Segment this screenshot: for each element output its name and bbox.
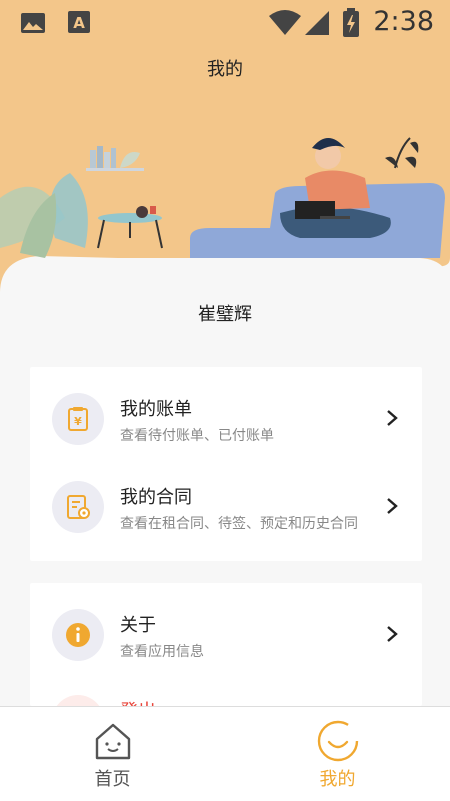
tab-mine[interactable]: 我的 bbox=[225, 707, 450, 801]
tab-home[interactable]: 首页 bbox=[0, 707, 225, 801]
home-icon bbox=[95, 723, 131, 760]
text-a-icon: A bbox=[68, 11, 90, 33]
banner-illustration bbox=[0, 98, 450, 293]
battery-charging-icon bbox=[343, 8, 359, 37]
contract-icon bbox=[52, 481, 104, 533]
tab-mine-label: 我的 bbox=[319, 769, 356, 790]
wifi-icon bbox=[269, 10, 301, 35]
header: 我的 bbox=[0, 46, 450, 99]
cellular-icon bbox=[305, 11, 329, 35]
menu-item-logout[interactable]: 登出 bbox=[30, 683, 422, 706]
menu-item-title: 我的账单 bbox=[120, 399, 192, 420]
menu-item-subtitle: 查看应用信息 bbox=[120, 644, 204, 660]
info-icon bbox=[52, 609, 104, 661]
chevron-right-icon bbox=[387, 498, 398, 514]
menu-item-title: 我的合同 bbox=[120, 487, 192, 508]
chevron-right-icon bbox=[387, 626, 398, 642]
chevron-right-icon bbox=[387, 410, 398, 426]
smile-icon bbox=[317, 720, 359, 762]
page-title: 我的 bbox=[207, 59, 243, 80]
status-time: 2:38 bbox=[373, 6, 434, 37]
bottom-tab-bar: 首页 我的 bbox=[0, 706, 450, 801]
bill-icon: ¥ bbox=[52, 393, 104, 445]
tab-home-label: 首页 bbox=[94, 769, 131, 790]
image-icon bbox=[21, 13, 45, 33]
menu-item-my-contracts[interactable]: 我的合同 查看在租合同、待签、预定和历史合同 bbox=[30, 464, 422, 561]
menu-item-subtitle: 查看待付账单、已付账单 bbox=[120, 428, 274, 444]
menu-item-about[interactable]: 关于 查看应用信息 bbox=[30, 583, 422, 683]
logout-icon bbox=[52, 695, 104, 706]
svg-text:A: A bbox=[73, 14, 85, 32]
menu-item-title: 关于 bbox=[120, 615, 156, 636]
profile-banner bbox=[0, 98, 450, 293]
menu-card-account: ¥ 我的账单 查看待付账单、已付账单 我的合同 查看在租合同、待签、预定和历史合… bbox=[30, 367, 422, 561]
status-bar: A 2:38 bbox=[0, 0, 450, 46]
menu-item-title: 登出 bbox=[120, 697, 156, 706]
menu-item-subtitle: 查看在租合同、待签、预定和历史合同 bbox=[120, 516, 358, 532]
svg-text:¥: ¥ bbox=[74, 415, 82, 428]
menu-card-settings: 关于 查看应用信息 登出 bbox=[30, 583, 422, 706]
menu-item-my-bills[interactable]: ¥ 我的账单 查看待付账单、已付账单 bbox=[30, 367, 422, 464]
user-name: 崔璧辉 bbox=[198, 304, 252, 325]
